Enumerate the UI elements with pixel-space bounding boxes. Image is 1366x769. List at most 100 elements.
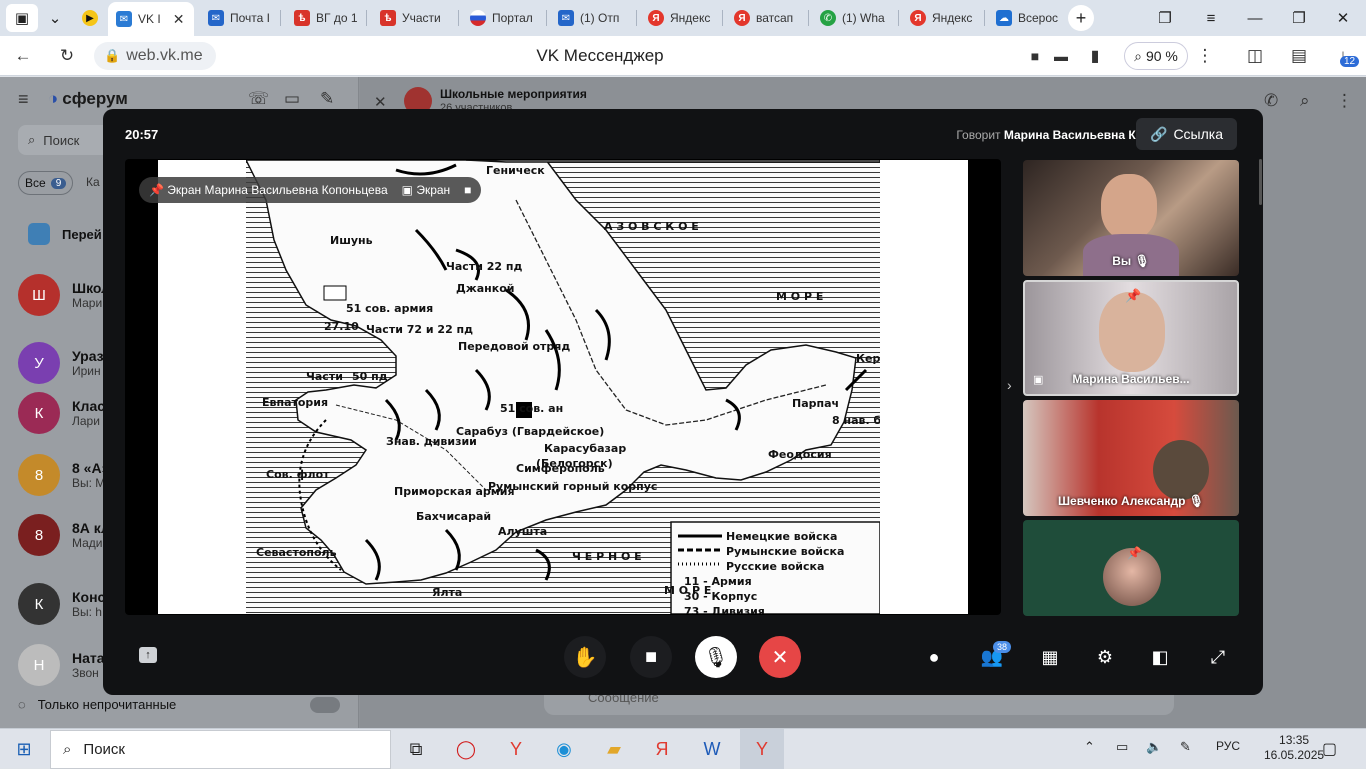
yandex-browser-icon[interactable]: Y	[498, 733, 534, 765]
taskbar-search[interactable]: ⌕ Поиск	[50, 730, 391, 769]
filter-all[interactable]: Все 9	[18, 171, 74, 195]
tab-yandex[interactable]: Я Яндекс	[640, 4, 720, 32]
maximize-icon[interactable]: ❐	[1284, 4, 1314, 32]
tab-whatsapp-search[interactable]: Я ватсап	[726, 4, 806, 32]
avatar: Н	[18, 644, 60, 686]
camera-button[interactable]: ■	[630, 636, 672, 678]
chat-list-item[interactable]: 8 8А кл Мади	[18, 513, 110, 557]
compose-icon[interactable]: ✎	[320, 89, 334, 109]
edge-icon[interactable]: ◉	[546, 733, 582, 765]
close-tab-icon[interactable]: ✕	[173, 11, 185, 28]
battery-icon[interactable]: ▭	[1116, 739, 1128, 755]
tray-chevron-icon[interactable]: ⌃	[1084, 739, 1095, 755]
filter-next[interactable]: Ка	[86, 175, 100, 189]
language-indicator[interactable]: РУС	[1216, 739, 1240, 753]
notifications-icon[interactable]: ▢	[1322, 739, 1337, 759]
unread-only-toggle-row[interactable]: ◌ Только непрочитанные	[18, 697, 176, 712]
new-tab-icon[interactable]: +	[1068, 5, 1094, 31]
chat-button[interactable]: ●	[919, 642, 949, 672]
participant-tile-avatar[interactable]: 📌	[1023, 520, 1239, 616]
tab-label: (1) Wha	[842, 11, 885, 25]
layout-grid-button[interactable]: ▦	[1035, 642, 1065, 672]
chat-list-item[interactable]: У Ураз Ирин	[18, 341, 104, 385]
new-call-icon[interactable]: ☏	[248, 89, 269, 109]
tab-menu-chevron-icon[interactable]: ⌄	[40, 4, 70, 32]
clock-time: 13:35	[1279, 733, 1310, 747]
tab-mail[interactable]: ✉ Почта I	[200, 4, 276, 32]
cloud-favicon-icon: ☁	[996, 10, 1012, 26]
tiles-scrollbar[interactable]	[1259, 159, 1262, 205]
chat-list-item[interactable]: Ш Школ Мари	[18, 273, 110, 317]
tab-vg[interactable]: ѣ ВГ до 1	[286, 4, 362, 32]
pip-button[interactable]: ◧	[1145, 642, 1175, 672]
archive-icon[interactable]: ▭	[284, 89, 300, 109]
pin-icon: 📌	[1125, 288, 1142, 303]
brand-logo: ◑ сферум	[48, 89, 128, 109]
unread-toggle[interactable]	[310, 697, 340, 713]
shared-screen[interactable]: Геническ Ишунь Части 22 пд Джанкой 51 сов. а…	[125, 159, 1001, 615]
zoom-indicator[interactable]: ⌕ 90 %	[1124, 42, 1188, 70]
map-label: Передовой отряд	[458, 340, 570, 353]
tab-label: (1) Отп	[580, 11, 620, 25]
close-window-icon[interactable]: ✕	[1328, 4, 1358, 32]
yandex-icon[interactable]: Я	[644, 733, 680, 765]
phone-icon[interactable]: ✆	[1264, 91, 1278, 111]
opera-icon[interactable]: ◯	[448, 733, 484, 765]
minimize-icon[interactable]: —	[1240, 4, 1270, 32]
participant-face	[1099, 292, 1165, 372]
tab-participants[interactable]: ѣ Участи	[372, 4, 454, 32]
word-icon[interactable]: W	[694, 733, 730, 765]
map-label: Парпач	[792, 397, 839, 410]
chat-list-item[interactable]: 88 «А» Вы: М	[18, 453, 109, 497]
volume-icon[interactable]: 🔈	[1146, 739, 1162, 755]
raise-hand-button[interactable]: ✋	[564, 636, 606, 678]
address-bar: ← ↻ 🔒 web.vk.me VK Мессенджер ■ ▬ ▮ ⌕ 90…	[0, 36, 1366, 76]
tab-portal[interactable]: Портал	[462, 4, 544, 32]
file-explorer-icon[interactable]: ▰	[596, 733, 632, 765]
windows-start-icon[interactable]: ⊞	[6, 733, 42, 765]
shared-window: Геническ Ишунь Части 22 пд Джанкой 51 сов. а…	[158, 159, 968, 615]
tab-vk[interactable]: ✉ VK I ✕	[108, 2, 194, 36]
chat-list-item[interactable]: Н Ната Звон	[18, 643, 105, 687]
pen-icon[interactable]: ✎	[1180, 739, 1191, 755]
tab-whatsapp[interactable]: ✆ (1) Wha	[812, 4, 896, 32]
task-view-icon[interactable]: ⧉	[398, 733, 434, 765]
clock[interactable]: 13:35 16.05.2025	[1264, 733, 1324, 763]
more-icon[interactable]: ⋮	[1336, 91, 1353, 111]
collapse-icon[interactable]: ↑	[139, 647, 157, 663]
search-icon[interactable]: ⌕	[1300, 91, 1310, 111]
tiles-chevron-icon[interactable]: ›	[1007, 377, 1012, 393]
yandex-play-icon[interactable]: ▶	[82, 10, 98, 26]
pdf-icon[interactable]: ▤	[1286, 44, 1312, 68]
settings-button[interactable]: ⚙	[1090, 642, 1120, 672]
sidebar-panel-icon[interactable]: ◫	[1242, 44, 1268, 68]
camera-icon[interactable]: ■	[1022, 44, 1048, 68]
fullscreen-button[interactable]: ⤢	[1203, 642, 1233, 672]
sidebar-toggle-icon[interactable]: ▣	[6, 4, 38, 32]
participant-tile-marina[interactable]: 📌 ▣ Марина Васильев...	[1023, 280, 1239, 396]
tab-yandex-2[interactable]: Я Яндекс	[902, 4, 982, 32]
chat-list-item[interactable]: К Конс Вы: h	[18, 582, 105, 626]
bookmark-icon[interactable]: ▮	[1082, 44, 1108, 68]
participant-tile-self[interactable]: Вы 🎙	[1023, 160, 1239, 276]
yandex-browser-active-icon[interactable]: Y	[740, 729, 784, 769]
chat-bubble-icon[interactable]: ▬	[1048, 44, 1074, 68]
map-label: Части 72 и 22 пд	[366, 323, 473, 336]
avatar: К	[18, 583, 60, 625]
more-menu-icon[interactable]: ⋮	[1192, 44, 1218, 68]
tab-label: Яндекс	[670, 11, 711, 25]
copy-link-button[interactable]: 🔗 Ссылка	[1136, 118, 1237, 150]
chat-list-item[interactable]: К Клас Лари	[18, 391, 105, 435]
map-label: Части	[306, 370, 343, 383]
map-label: Алушта	[498, 525, 547, 538]
menu-icon[interactable]: ≡	[1196, 4, 1226, 32]
microphone-button[interactable]: 🎙	[695, 636, 737, 678]
tab-mail-2[interactable]: ✉ (1) Отп	[550, 4, 634, 32]
hand-icon: ✋	[572, 646, 598, 669]
menu-icon[interactable]: ≡	[18, 89, 29, 110]
end-call-button[interactable]: ✕	[759, 636, 801, 678]
transfer-banner[interactable]: Перей	[28, 223, 102, 245]
collections-icon[interactable]: ❐	[1150, 4, 1180, 32]
participant-tile-shevchenko[interactable]: Шевченко Александр 🎙	[1023, 400, 1239, 516]
tab-vseros[interactable]: ☁ Всерос	[988, 4, 1068, 32]
